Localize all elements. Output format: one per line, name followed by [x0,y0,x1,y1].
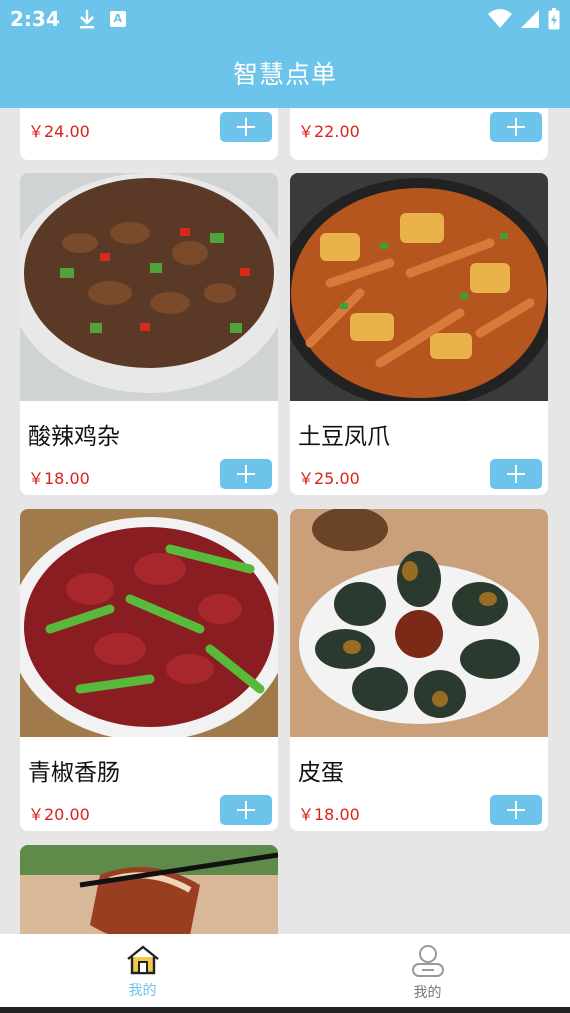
add-to-cart-button[interactable] [490,112,542,142]
dish-card[interactable]: 土豆凤爪 ￥25.00 [290,173,548,495]
dish-photo [290,173,548,401]
dish-grid[interactable]: ￥24.00 ￥22.00 酸辣鸡杂 ￥18.00 土豆凤爪 ￥25.00 青椒… [0,108,570,934]
dish-photo [290,509,548,737]
dish-photo [20,509,278,737]
dish-price: ￥18.00 [28,469,90,488]
home-icon [126,945,159,975]
plus-icon [237,465,255,483]
add-to-cart-button[interactable] [220,459,272,489]
dish-price: ￥22.00 [298,122,360,141]
wifi-icon [488,9,512,28]
nav-label: 我的 [128,983,157,999]
dish-name: 皮蛋 [298,760,344,786]
user-icon [411,945,444,977]
add-to-cart-button[interactable] [490,795,542,825]
plus-icon [507,801,525,819]
status-time: 2:34 [10,7,60,31]
add-to-cart-button[interactable] [220,112,272,142]
signal-icon [521,10,539,28]
dish-card[interactable] [20,845,278,934]
plus-icon [237,801,255,819]
dish-name: 青椒香肠 [28,760,120,786]
add-to-cart-button[interactable] [220,795,272,825]
battery-icon [548,8,560,30]
dish-card[interactable]: ￥22.00 [290,108,548,160]
dish-card[interactable]: 酸辣鸡杂 ￥18.00 [20,173,278,495]
plus-icon [507,118,525,136]
dish-price: ￥25.00 [298,469,360,488]
dish-price: ￥24.00 [28,122,90,141]
page-title: 智慧点单 [232,60,337,89]
dish-card[interactable]: 青椒香肠 ￥20.00 [20,509,278,831]
plus-icon [237,118,255,136]
a-badge-icon: A [109,11,126,27]
add-to-cart-button[interactable] [490,459,542,489]
dish-price: ￥18.00 [298,805,360,824]
bottom-nav: 我的 我的 [0,934,570,1007]
system-nav-bar [0,1007,570,1013]
dish-photo [20,173,278,401]
dish-name: 土豆凤爪 [298,424,390,450]
app-bar: 智慧点单 [0,38,570,108]
status-bar: 2:34 A [0,0,570,38]
dish-card[interactable]: 皮蛋 ￥18.00 [290,509,548,831]
dish-card[interactable]: ￥24.00 [20,108,278,160]
dish-price: ￥20.00 [28,805,90,824]
plus-icon [507,465,525,483]
dish-name: 酸辣鸡杂 [28,424,120,450]
nav-item-profile[interactable]: 我的 [285,934,570,1007]
nav-item-home[interactable]: 我的 [0,934,285,1007]
download-icon [78,8,96,30]
nav-label: 我的 [413,985,442,1001]
dish-photo [20,845,278,934]
